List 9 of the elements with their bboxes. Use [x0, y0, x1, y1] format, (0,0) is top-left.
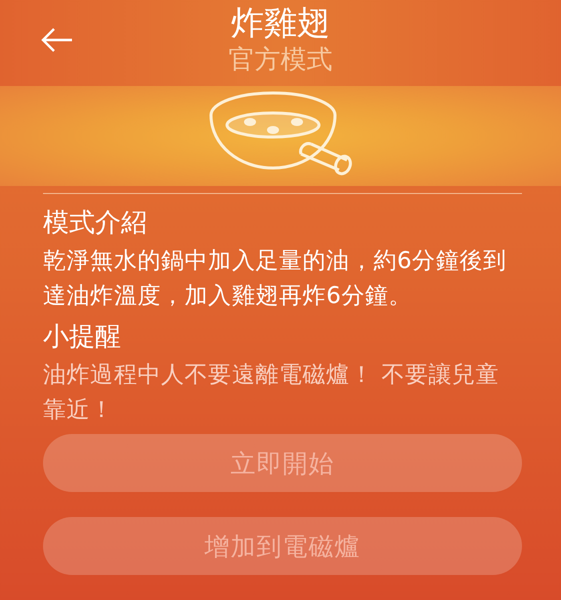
section-heading: 小提醒 [43, 321, 122, 354]
tip-text: 油炸過程中人不要遠離電磁爐！ 不要讓兒童靠近！ [43, 361, 500, 425]
add-button[interactable]: 增加到電磁爐 [43, 517, 522, 575]
section-heading: 模式介紹 [43, 207, 148, 240]
page-title: 炸雞翅 [231, 2, 330, 43]
start-button[interactable]: 立即開始 [43, 434, 522, 492]
page-subtitle: 官方模式 [228, 44, 332, 77]
description-text: 乾淨無水的鍋中加入足量的油，約6分鐘後到達油炸溫度，加入雞翅再炸6分鐘。 [43, 247, 508, 311]
back-arrow-icon[interactable] [40, 26, 74, 53]
